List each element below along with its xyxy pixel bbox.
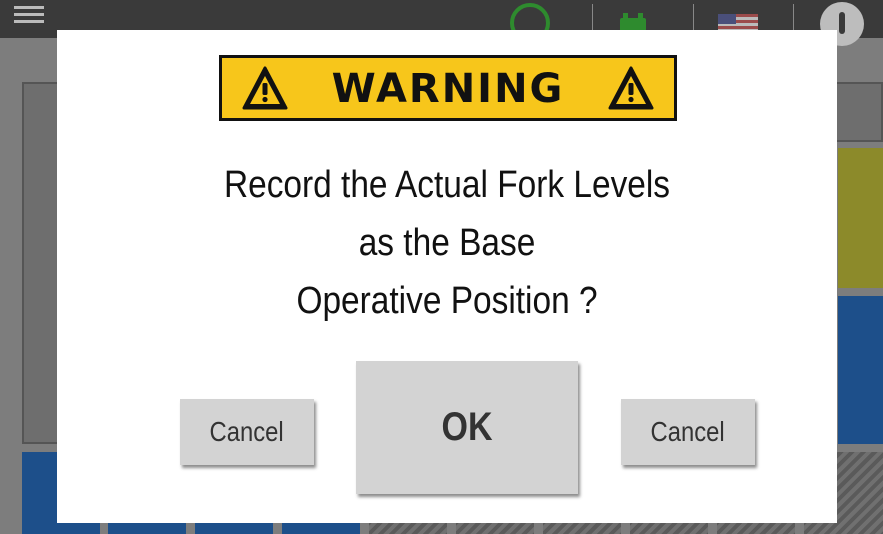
dialog-message-line: Record the Actual Fork Levels: [223, 164, 671, 206]
cancel-button-label: Cancel: [650, 416, 726, 447]
warning-banner: WARNING: [219, 55, 677, 121]
confirmation-dialog: WARNING Record the Actual Fork Levels as…: [57, 30, 837, 523]
warning-triangle-icon: [608, 66, 654, 110]
cancel-button-left[interactable]: Cancel: [180, 399, 314, 465]
background-blue-tile: [838, 296, 883, 444]
warning-label: WARNING: [331, 66, 565, 112]
menu-icon: [14, 6, 44, 28]
dialog-message-line: Operative Position ?: [296, 280, 598, 322]
cancel-button-right[interactable]: Cancel: [621, 399, 755, 465]
dialog-message-line: as the Base: [358, 222, 536, 264]
background-yellow-tile: [838, 148, 883, 288]
cancel-button-label: Cancel: [209, 416, 285, 447]
dialog-message: Record the Actual Fork Levels as the Bas…: [139, 156, 755, 330]
ok-button[interactable]: OK: [356, 361, 578, 494]
ok-button-label: OK: [441, 405, 493, 449]
